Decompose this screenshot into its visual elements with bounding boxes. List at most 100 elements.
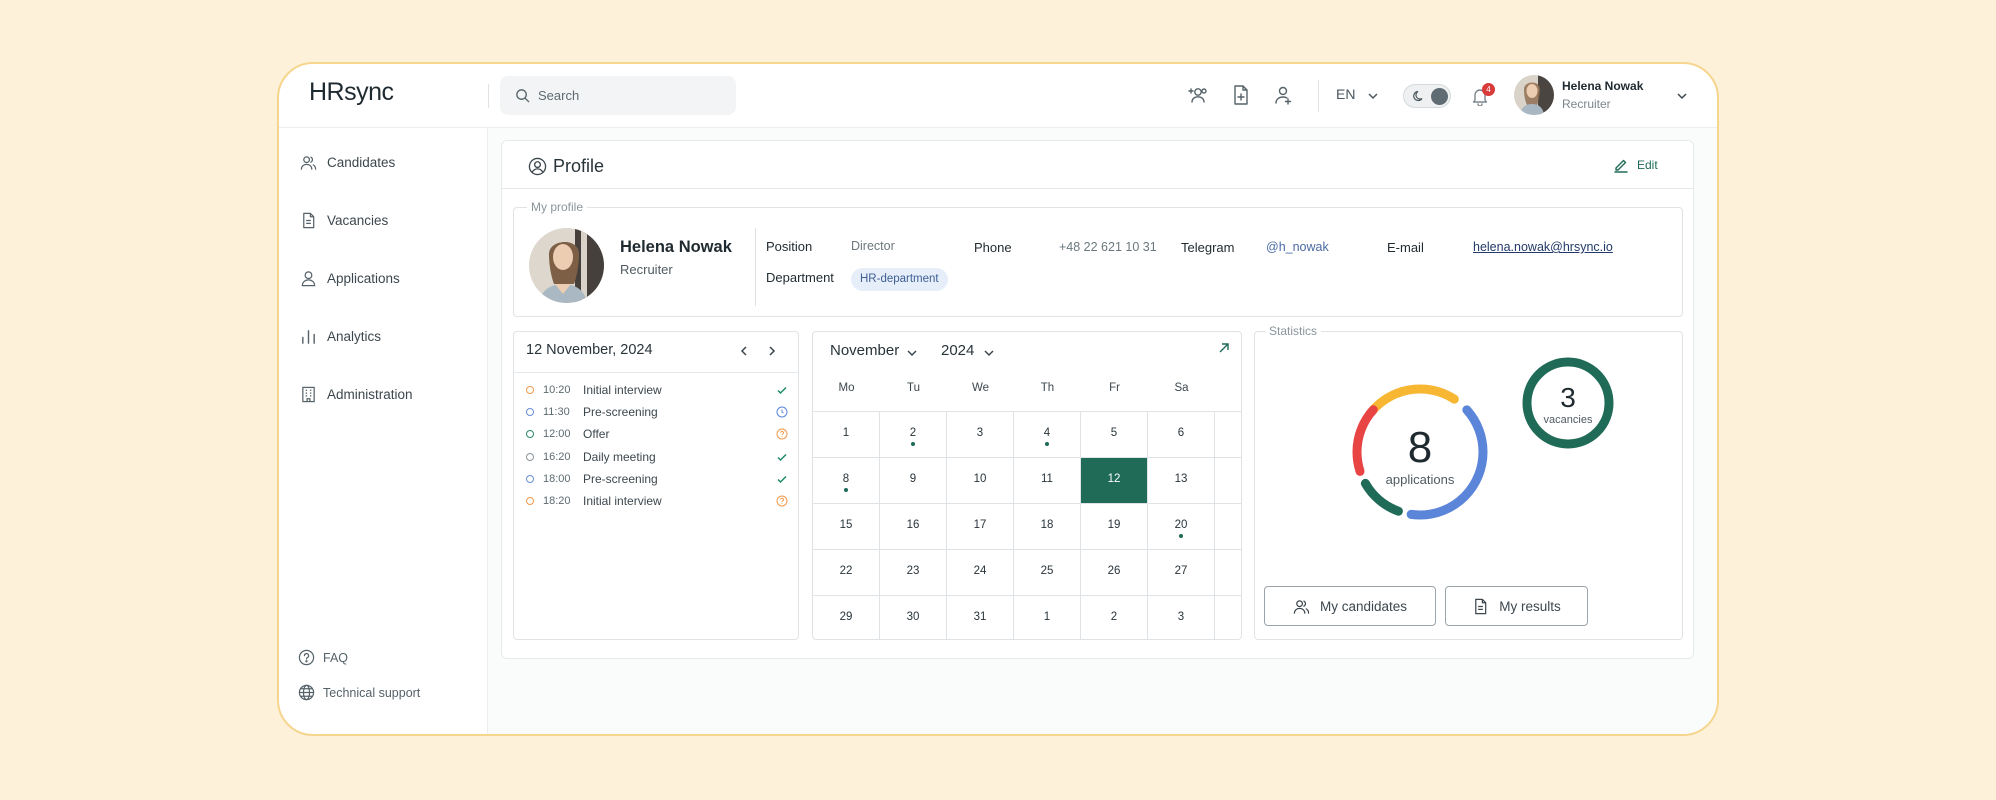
- add-user-icon[interactable]: [1272, 84, 1294, 106]
- sidebar-item-analytics[interactable]: Analytics: [300, 328, 381, 345]
- day-number: 25: [1040, 565, 1054, 577]
- sidebar-item-candidates[interactable]: Candidates: [300, 154, 395, 171]
- calendar-day[interactable]: 16: [880, 503, 947, 549]
- expand-arrow-icon[interactable]: [1218, 342, 1230, 354]
- sidebar-item-administration[interactable]: Administration: [300, 386, 413, 403]
- calendar-day[interactable]: 25: [1014, 549, 1081, 595]
- search-input[interactable]: Search: [500, 76, 736, 115]
- add-users-icon[interactable]: [1187, 84, 1209, 106]
- add-file-icon[interactable]: [1230, 84, 1252, 106]
- telegram-value[interactable]: @h_nowak: [1266, 240, 1329, 254]
- calendar-day[interactable]: 8: [813, 457, 880, 503]
- weekday-label: Su: [1215, 382, 1241, 394]
- sidebar-item-technical-support[interactable]: Technical support: [298, 684, 420, 701]
- calendar-day[interactable]: 2: [1081, 595, 1148, 639]
- calendar-day[interactable]: 4: [1215, 595, 1241, 639]
- calendar-day[interactable]: 22: [813, 549, 880, 595]
- calendar-day[interactable]: 21: [1215, 503, 1241, 549]
- calendar-day[interactable]: 2: [880, 411, 947, 457]
- day-number: 20: [1174, 519, 1188, 531]
- day-number: 4: [1043, 427, 1051, 439]
- my-results-button[interactable]: My results: [1445, 586, 1588, 626]
- calendar-day[interactable]: 6: [1148, 411, 1215, 457]
- globe-icon: [298, 684, 315, 701]
- event-dot: [1045, 442, 1049, 446]
- chevron-down-icon[interactable]: [906, 347, 918, 359]
- calendar-day[interactable]: 17: [947, 503, 1014, 549]
- calendar-day[interactable]: 11: [1014, 457, 1081, 503]
- day-number: 2: [1110, 611, 1118, 623]
- day-number: 9: [909, 473, 917, 485]
- calendar-day[interactable]: 1: [1014, 595, 1081, 639]
- weekday-label: Sa: [1174, 382, 1189, 394]
- calendar-day[interactable]: 27: [1148, 549, 1215, 595]
- calendar-day[interactable]: 26: [1081, 549, 1148, 595]
- notification-badge: 4: [1482, 83, 1495, 96]
- calendar-day[interactable]: 7: [1215, 411, 1241, 457]
- event-time: 11:30: [543, 406, 570, 419]
- year-select[interactable]: 2024: [941, 342, 974, 359]
- calendar-day[interactable]: 24: [947, 549, 1014, 595]
- theme-toggle[interactable]: [1403, 84, 1451, 108]
- calendar-day[interactable]: 28: [1215, 549, 1241, 595]
- position-value: Director: [851, 239, 895, 253]
- calendar-day[interactable]: 20: [1148, 503, 1215, 549]
- day-number: 8: [842, 473, 850, 485]
- calendar-day[interactable]: 3: [1148, 595, 1215, 639]
- chevron-left-icon[interactable]: [737, 344, 751, 358]
- schedule-event[interactable]: 10:20 Initial interview: [526, 381, 788, 399]
- event-status-ring: [526, 497, 534, 505]
- sidebar-item-faq[interactable]: FAQ: [298, 649, 348, 666]
- department-label: Department: [766, 270, 834, 285]
- my-candidates-button[interactable]: My candidates: [1264, 586, 1436, 626]
- calendar-day[interactable]: 1: [813, 411, 880, 457]
- weekday-label: Fr: [1109, 382, 1120, 394]
- event-time: 18:00: [543, 472, 571, 485]
- search-placeholder: Search: [538, 88, 580, 103]
- chevron-down-icon[interactable]: [1367, 90, 1379, 102]
- email-link[interactable]: helena.nowak@hrsync.io: [1473, 240, 1613, 254]
- calendar-day[interactable]: 5: [1081, 411, 1148, 457]
- event-title: Initial interview: [583, 383, 662, 397]
- top-bar: HRsync Search EN 4 Helena Nowak Recruite…: [279, 64, 1717, 128]
- document-icon: [303, 212, 315, 229]
- calendar-day[interactable]: 29: [813, 595, 880, 639]
- vacancies-label: vacancies: [1543, 414, 1593, 426]
- chevron-down-icon[interactable]: [983, 347, 995, 359]
- day-number: 19: [1107, 519, 1121, 531]
- avatar[interactable]: [1514, 75, 1554, 115]
- day-number: 3: [976, 427, 984, 439]
- language-selector[interactable]: EN: [1336, 86, 1355, 102]
- calendar-day[interactable]: 18: [1014, 503, 1081, 549]
- calendar-day[interactable]: 4: [1014, 411, 1081, 457]
- calendar-day[interactable]: 9: [880, 457, 947, 503]
- day-number: 13: [1174, 473, 1188, 485]
- schedule-event[interactable]: 16:20 Daily meeting: [526, 448, 788, 466]
- app-window: HRsync Search EN 4 Helena Nowak Recruite…: [277, 62, 1719, 736]
- sidebar-item-vacancies[interactable]: Vacancies: [300, 212, 388, 229]
- calendar-day[interactable]: 10: [947, 457, 1014, 503]
- schedule-event[interactable]: 12:00 Offer: [526, 425, 788, 443]
- calendar-day[interactable]: 3: [947, 411, 1014, 457]
- calendar-day[interactable]: 13: [1148, 457, 1215, 503]
- edit-button[interactable]: Edit: [1613, 157, 1658, 173]
- month-select[interactable]: November: [830, 342, 899, 359]
- schedule-date: 12 November, 2024: [526, 342, 653, 358]
- schedule-event[interactable]: 18:20 Initial interview: [526, 492, 788, 510]
- day-number: 1: [1043, 611, 1051, 623]
- schedule-event[interactable]: 11:30 Pre-screening: [526, 403, 788, 421]
- weekday-label: Mo: [838, 382, 855, 394]
- calendar-day[interactable]: 31: [947, 595, 1014, 639]
- calendar-day[interactable]: 14: [1215, 457, 1241, 503]
- calendar-day[interactable]: 19: [1081, 503, 1148, 549]
- calendar-day[interactable]: 30: [880, 595, 947, 639]
- sidebar-item-applications[interactable]: Applications: [300, 270, 400, 287]
- schedule-event[interactable]: 18:00 Pre-screening: [526, 470, 788, 488]
- chevron-down-icon[interactable]: [1675, 89, 1689, 103]
- calendar-day[interactable]: 23: [880, 549, 947, 595]
- calendar-day[interactable]: 12: [1081, 457, 1148, 503]
- app-logo[interactable]: HRsync: [309, 78, 394, 107]
- calendar-day[interactable]: 15: [813, 503, 880, 549]
- chevron-right-icon[interactable]: [765, 344, 779, 358]
- position-label: Position: [766, 239, 813, 254]
